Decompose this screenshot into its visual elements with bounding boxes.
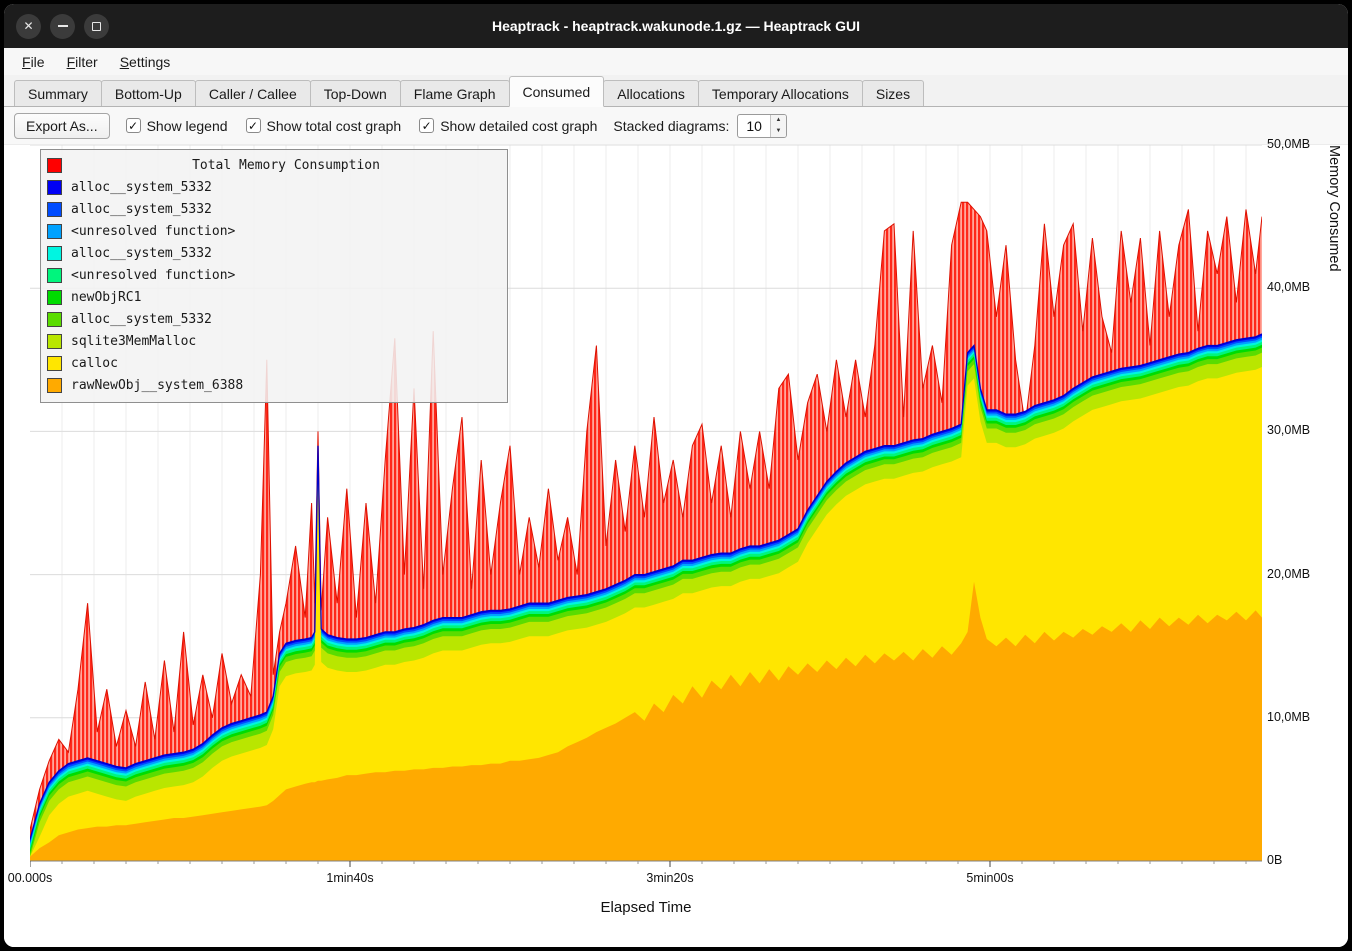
tab-bar: SummaryBottom-UpCaller / CalleeTop-DownF… bbox=[4, 75, 1348, 107]
legend-row: alloc__system_5332 bbox=[47, 242, 501, 264]
x-tick-label: 3min20s bbox=[646, 871, 693, 885]
titlebar[interactable]: ✕ Heaptrack - heaptrack.wakunode.1.gz — … bbox=[4, 4, 1348, 48]
menu-item-file[interactable]: File bbox=[12, 51, 55, 73]
chart-region: Total Memory Consumption alloc__system_53… bbox=[4, 145, 1348, 947]
tab-summary[interactable]: Summary bbox=[14, 80, 102, 106]
x-axis-title: Elapsed Time bbox=[30, 899, 1262, 916]
tab-consumed[interactable]: Consumed bbox=[509, 76, 605, 107]
tab-temporary-allocations[interactable]: Temporary Allocations bbox=[698, 80, 863, 106]
legend-label: rawNewObj__system_6388 bbox=[71, 378, 243, 393]
heaptrack-window: ✕ Heaptrack - heaptrack.wakunode.1.gz — … bbox=[4, 4, 1348, 947]
checkbox-icon: ✓ bbox=[419, 118, 434, 133]
checkbox-icon: ✓ bbox=[126, 118, 141, 133]
chart-legend: Total Memory Consumption alloc__system_53… bbox=[40, 149, 508, 403]
tab-flame-graph[interactable]: Flame Graph bbox=[400, 80, 510, 106]
legend-label: newObjRC1 bbox=[71, 290, 141, 305]
tab-allocations[interactable]: Allocations bbox=[603, 80, 699, 106]
legend-label: alloc__system_5332 bbox=[71, 312, 212, 327]
export-as-button[interactable]: Export As... bbox=[14, 113, 110, 139]
menubar: FileFilterSettings bbox=[4, 48, 1348, 75]
legend-label: sqlite3MemMalloc bbox=[71, 334, 196, 349]
legend-swatch bbox=[47, 312, 62, 327]
legend-label: Total Memory Consumption bbox=[71, 158, 501, 173]
minimize-button[interactable] bbox=[50, 14, 75, 39]
legend-swatch bbox=[47, 246, 62, 261]
checkbox-show-total-cost-graph[interactable]: ✓ Show total cost graph bbox=[246, 118, 402, 134]
menu-item-filter[interactable]: Filter bbox=[57, 51, 108, 73]
y-tick-label: 30,0MB bbox=[1267, 423, 1310, 437]
legend-swatch bbox=[47, 290, 62, 305]
maximize-button[interactable] bbox=[84, 14, 109, 39]
window-title: Heaptrack - heaptrack.wakunode.1.gz — He… bbox=[4, 18, 1348, 34]
spin-down-button[interactable]: ▼ bbox=[771, 126, 786, 137]
tab-sizes[interactable]: Sizes bbox=[862, 80, 924, 106]
legend-row: sqlite3MemMalloc bbox=[47, 330, 501, 352]
close-icon: ✕ bbox=[23, 19, 33, 33]
y-tick-label: 0B bbox=[1267, 853, 1282, 867]
toolbar: Export As... ✓ Show legend ✓ Show total cos… bbox=[4, 107, 1348, 145]
legend-row: <unresolved function> bbox=[47, 264, 501, 286]
spinbox-value: 10 bbox=[738, 115, 770, 137]
spin-up-button[interactable]: ▲ bbox=[771, 115, 786, 126]
spinbox-arrows: ▲ ▼ bbox=[770, 115, 786, 137]
legend-row: calloc bbox=[47, 352, 501, 374]
stacked-diagrams-control: Stacked diagrams: 10 ▲ ▼ bbox=[613, 114, 787, 138]
minimize-icon bbox=[58, 25, 68, 27]
x-tick-label: 1min40s bbox=[326, 871, 373, 885]
y-tick-label: 40,0MB bbox=[1267, 280, 1310, 294]
stacked-diagrams-spinbox[interactable]: 10 ▲ ▼ bbox=[737, 114, 787, 138]
maximize-icon bbox=[92, 22, 101, 31]
legend-swatch bbox=[47, 334, 62, 349]
legend-label: calloc bbox=[71, 356, 118, 371]
checkbox-label: Show total cost graph bbox=[267, 118, 402, 134]
y-axis-title: Memory Consumed bbox=[1326, 145, 1342, 885]
y-tick-label: 20,0MB bbox=[1267, 567, 1310, 581]
x-tick-label: 5min00s bbox=[966, 871, 1013, 885]
checkbox-group: ✓ Show legend ✓ Show total cost graph ✓ Show … bbox=[126, 118, 598, 134]
legend-label: <unresolved function> bbox=[71, 268, 235, 283]
legend-row: <unresolved function> bbox=[47, 220, 501, 242]
y-axis-labels: 0B10,0MB20,0MB30,0MB40,0MB50,0MB bbox=[1267, 145, 1323, 869]
menu-item-settings[interactable]: Settings bbox=[110, 51, 181, 73]
legend-swatch bbox=[47, 378, 62, 393]
legend-swatch bbox=[47, 158, 62, 173]
legend-label: alloc__system_5332 bbox=[71, 246, 212, 261]
checkbox-show-detailed-cost-graph[interactable]: ✓ Show detailed cost graph bbox=[419, 118, 597, 134]
checkbox-label: Show detailed cost graph bbox=[440, 118, 597, 134]
y-tick-label: 10,0MB bbox=[1267, 710, 1310, 724]
legend-row: alloc__system_5332 bbox=[47, 176, 501, 198]
legend-swatch bbox=[47, 224, 62, 239]
desktop-background: ✕ Heaptrack - heaptrack.wakunode.1.gz — … bbox=[0, 0, 1352, 951]
legend-row: rawNewObj__system_6388 bbox=[47, 374, 501, 396]
checkbox-label: Show legend bbox=[147, 118, 228, 134]
legend-swatch bbox=[47, 268, 62, 283]
close-button[interactable]: ✕ bbox=[16, 14, 41, 39]
legend-label: <unresolved function> bbox=[71, 224, 235, 239]
legend-row: alloc__system_5332 bbox=[47, 198, 501, 220]
x-axis-labels: 00.000s1min40s3min20s5min00s bbox=[30, 871, 1262, 889]
legend-label: alloc__system_5332 bbox=[71, 202, 212, 217]
x-tick-label: 00.000s bbox=[8, 871, 52, 885]
legend-swatch bbox=[47, 356, 62, 371]
tab-top-down[interactable]: Top-Down bbox=[310, 80, 401, 106]
legend-swatch bbox=[47, 202, 62, 217]
y-tick-label: 50,0MB bbox=[1267, 137, 1310, 151]
stacked-diagrams-label: Stacked diagrams: bbox=[613, 118, 729, 134]
plot-area[interactable]: Total Memory Consumption alloc__system_53… bbox=[30, 145, 1262, 869]
legend-row: newObjRC1 bbox=[47, 286, 501, 308]
legend-row: alloc__system_5332 bbox=[47, 308, 501, 330]
legend-title-row: Total Memory Consumption bbox=[47, 154, 501, 176]
tab-bottom-up[interactable]: Bottom-Up bbox=[101, 80, 196, 106]
legend-label: alloc__system_5332 bbox=[71, 180, 212, 195]
checkbox-show-legend[interactable]: ✓ Show legend bbox=[126, 118, 228, 134]
checkbox-icon: ✓ bbox=[246, 118, 261, 133]
legend-swatch bbox=[47, 180, 62, 195]
window-controls: ✕ bbox=[16, 14, 109, 39]
tab-caller-callee[interactable]: Caller / Callee bbox=[195, 80, 311, 106]
